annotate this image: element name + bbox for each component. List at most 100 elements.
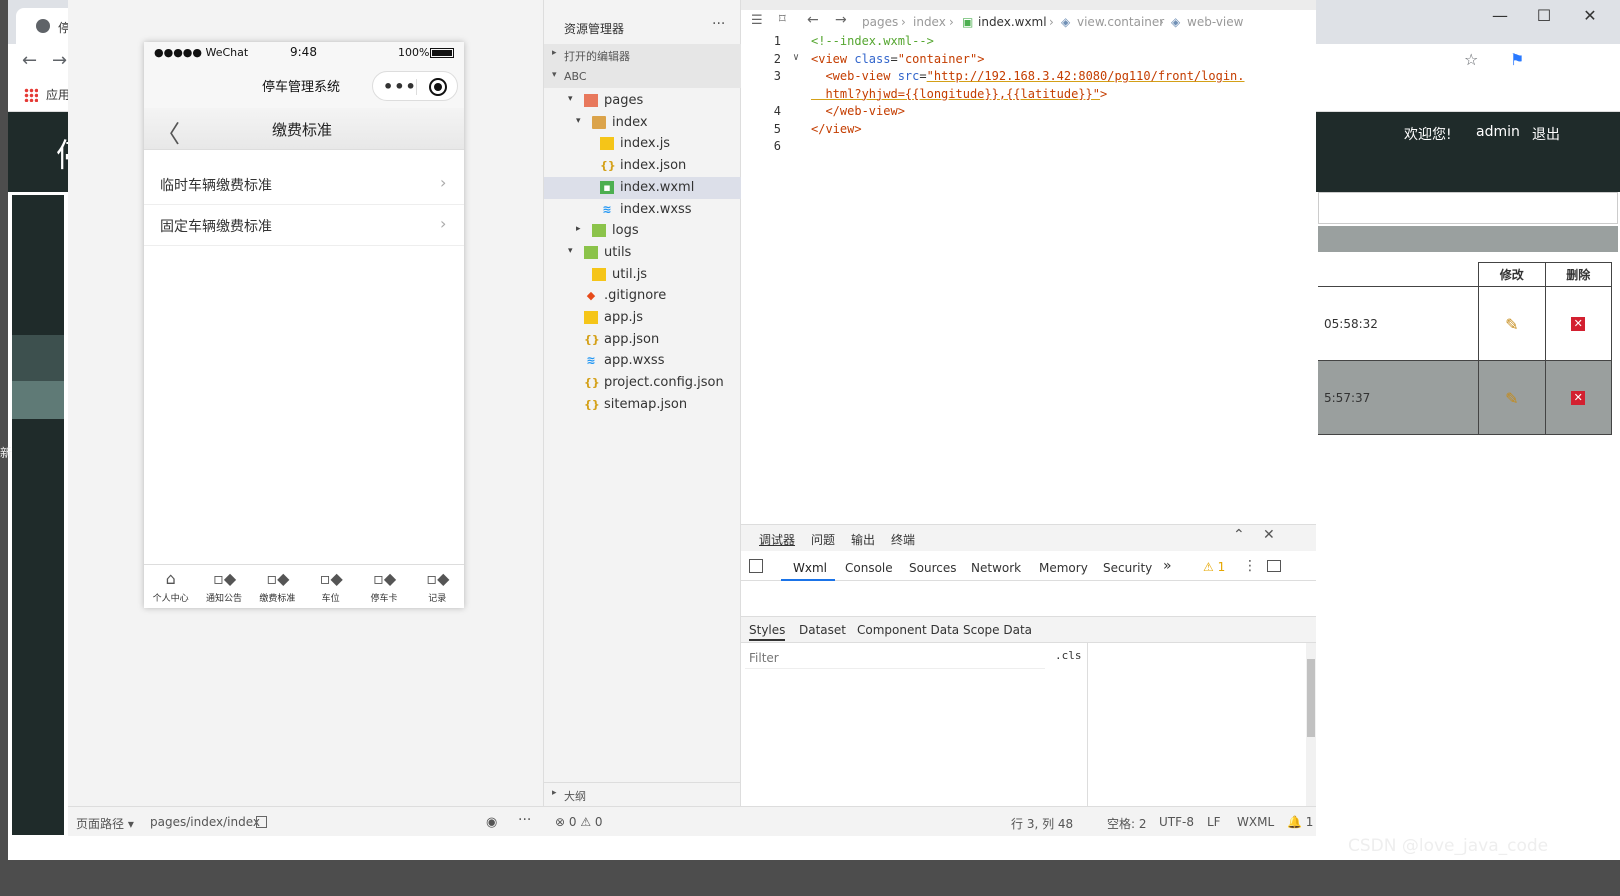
tab-styles[interactable]: Styles xyxy=(749,623,786,641)
browser-tab[interactable]: 停 xyxy=(16,8,76,44)
fold-chevron-icon[interactable]: ∨ xyxy=(793,52,799,63)
language-mode[interactable]: WXML xyxy=(1237,815,1274,829)
tree-item[interactable]: index.js xyxy=(544,133,742,155)
forward-arrow-icon[interactable]: → xyxy=(835,12,847,28)
project-section[interactable]: ▾ ABC xyxy=(544,66,742,88)
pane-divider[interactable] xyxy=(1087,643,1088,807)
sidebar-item-active[interactable] xyxy=(12,381,64,419)
close-target-icon[interactable] xyxy=(429,78,447,96)
tab-security[interactable]: Security xyxy=(1103,561,1152,575)
list-item[interactable]: 固定车辆缴费标准 › xyxy=(144,205,464,246)
code-line: html?yhjwd={{longitude}},{{latitude}}"> xyxy=(741,87,1316,105)
tab-scope-data[interactable]: Scope Data xyxy=(963,623,1032,637)
tab-fees[interactable]: ▫◆ 缴费标准 xyxy=(251,565,304,609)
tree-item[interactable]: ≋ index.wxss xyxy=(544,199,742,221)
tree-item[interactable]: ▸ logs xyxy=(544,220,742,242)
logout-link[interactable]: 退出 xyxy=(1532,124,1560,144)
kebab-menu-icon[interactable]: ⋮ xyxy=(1243,558,1257,574)
tab-notices[interactable]: ▫◆ 通知公告 xyxy=(197,565,250,609)
more-icon[interactable]: ··· xyxy=(518,812,531,828)
maximize-icon[interactable]: ☐ xyxy=(1524,4,1564,28)
tab-sources[interactable]: Sources xyxy=(909,561,956,575)
tree-item[interactable]: ≋ app.wxss xyxy=(544,350,742,372)
tab-terminal[interactable]: 终端 xyxy=(891,531,915,548)
line-ending[interactable]: LF xyxy=(1207,815,1221,829)
sidebar-item[interactable] xyxy=(12,335,64,381)
chevron-up-icon[interactable]: ⌃ xyxy=(1233,527,1245,543)
list-item[interactable]: 临时车辆缴费标准 › xyxy=(144,164,464,205)
warning-badge[interactable]: ⚠ 1 xyxy=(1203,560,1225,574)
code-area[interactable]: 1 <!--index.wxml--> 2 ∨ <view class="contain… xyxy=(741,34,1316,524)
tree-item[interactable]: ▾ index xyxy=(544,112,742,134)
tree-item-label: .gitignore xyxy=(604,288,667,304)
tree-item[interactable]: ▾ pages xyxy=(544,90,742,112)
tree-item[interactable]: ▾ utils xyxy=(544,242,742,264)
breadcrumb-item[interactable]: index.wxml xyxy=(978,15,1047,29)
apps-grid-icon[interactable] xyxy=(24,88,38,102)
tree-item[interactable]: ◆ .gitignore xyxy=(544,285,742,307)
open-editors-section[interactable]: ▸ 打开的编辑器 xyxy=(544,44,742,66)
tree-item[interactable]: {} sitemap.json xyxy=(544,394,742,416)
tree-item[interactable]: app.js xyxy=(544,307,742,329)
filter-input[interactable] xyxy=(745,647,1045,669)
more-icon[interactable]: ··· xyxy=(712,16,725,32)
tree-item[interactable]: {} index.json xyxy=(544,155,742,177)
page-path-dropdown[interactable]: 页面路径 ▾ xyxy=(76,815,134,832)
chevron-left-icon[interactable]: 〈 xyxy=(156,114,180,149)
notifications-bell[interactable]: 🔔 1 xyxy=(1287,815,1313,829)
more-tabs-icon[interactable]: » xyxy=(1163,558,1172,574)
star-icon[interactable]: ☆ xyxy=(1464,50,1478,69)
outline-section[interactable]: ▸ 大纲 xyxy=(544,782,742,806)
problems-count[interactable]: ⊗ 0 ⚠ 0 xyxy=(555,815,603,829)
eye-icon[interactable]: ◉ xyxy=(486,815,497,830)
tab-console[interactable]: Console xyxy=(845,561,893,575)
pencil-icon[interactable]: ✎ xyxy=(1503,315,1521,334)
cursor-position[interactable]: 行 3, 列 48 xyxy=(1011,815,1073,832)
back-arrow-icon[interactable]: ← xyxy=(807,12,819,28)
breadcrumb-item[interactable]: pages xyxy=(862,15,898,29)
tree-item[interactable]: ▪ index.wxml xyxy=(544,176,742,199)
tab-records[interactable]: ▫◆ 记录 xyxy=(411,565,464,609)
more-dots-icon[interactable]: ••• xyxy=(383,77,417,96)
minimize-icon[interactable]: — xyxy=(1480,4,1520,28)
breadcrumb-item[interactable]: index xyxy=(913,15,946,29)
tab-dataset[interactable]: Dataset xyxy=(799,623,846,637)
indentation[interactable]: 空格: 2 xyxy=(1107,815,1147,832)
tab-problems[interactable]: 问题 xyxy=(811,531,835,548)
tab-network[interactable]: Network xyxy=(971,561,1021,575)
inspect-icon[interactable] xyxy=(749,559,763,573)
phone-tab-bar: ⌂ 个人中心 ▫◆ 通知公告 ▫◆ 缴费标准 ▫◆ 车位 ▫◆ 停车卡 ▫◆ 记… xyxy=(144,564,464,608)
tab-profile[interactable]: ⌂ 个人中心 xyxy=(144,565,197,609)
list-icon[interactable]: ☰ xyxy=(751,13,763,28)
tab-debugger[interactable]: 调试器 xyxy=(759,531,795,548)
close-window-icon[interactable]: ✕ xyxy=(1570,4,1610,28)
tab-wxml[interactable]: Wxml xyxy=(793,561,827,575)
tab-component-data[interactable]: Component Data xyxy=(857,623,959,637)
tab-output[interactable]: 输出 xyxy=(851,531,875,548)
delete-icon[interactable]: ✕ xyxy=(1571,391,1586,405)
tab-spaces[interactable]: ▫◆ 车位 xyxy=(304,565,357,609)
tree-item[interactable]: util.js xyxy=(544,264,742,286)
extension-icon[interactable]: ⚑ xyxy=(1510,50,1524,69)
tab-parking-card[interactable]: ▫◆ 停车卡 xyxy=(357,565,410,609)
back-arrow-icon[interactable]: ← xyxy=(22,50,37,71)
pencil-icon[interactable]: ✎ xyxy=(1503,389,1521,408)
scrollbar[interactable] xyxy=(1306,643,1316,807)
bookmark-apps[interactable]: 应用 xyxy=(46,86,70,103)
copy-icon[interactable] xyxy=(256,816,267,828)
close-icon[interactable]: ✕ xyxy=(1263,527,1275,543)
tree-item[interactable]: {} app.json xyxy=(544,329,742,351)
tab-memory[interactable]: Memory xyxy=(1039,561,1088,575)
breadcrumb-sep: › xyxy=(901,15,906,29)
tree-item-label: logs xyxy=(612,223,639,239)
encoding[interactable]: UTF-8 xyxy=(1159,815,1194,829)
breadcrumb-item[interactable]: view.container xyxy=(1077,15,1164,29)
dock-icon[interactable] xyxy=(1267,560,1281,572)
bookmark-icon[interactable]: ⌑ xyxy=(779,12,786,27)
tree-item[interactable]: {} project.config.json xyxy=(544,372,742,394)
breadcrumb-item[interactable]: web-view xyxy=(1187,15,1243,29)
scrollbar-thumb[interactable] xyxy=(1307,659,1315,737)
delete-icon[interactable]: ✕ xyxy=(1571,317,1586,331)
forward-arrow-icon[interactable]: → xyxy=(52,50,67,71)
cls-toggle[interactable]: .cls xyxy=(1055,649,1082,662)
